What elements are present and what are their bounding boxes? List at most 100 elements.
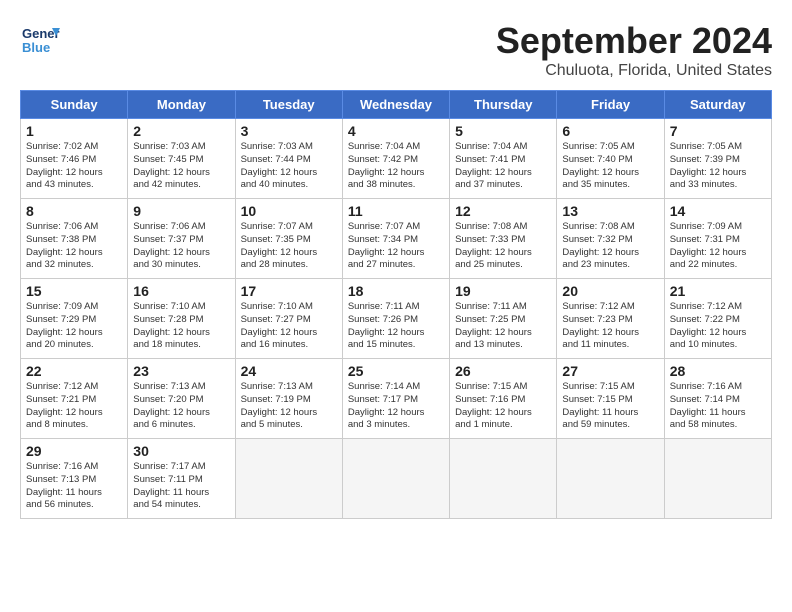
day-number: 10 xyxy=(241,203,337,219)
day-detail: Sunrise: 7:13 AM Sunset: 7:20 PM Dayligh… xyxy=(133,381,229,432)
day-detail: Sunrise: 7:12 AM Sunset: 7:22 PM Dayligh… xyxy=(670,301,766,352)
day-detail: Sunrise: 7:07 AM Sunset: 7:35 PM Dayligh… xyxy=(241,221,337,272)
calendar-cell: 5 Sunrise: 7:04 AM Sunset: 7:41 PM Daylig… xyxy=(450,119,557,199)
day-detail: Sunrise: 7:13 AM Sunset: 7:19 PM Dayligh… xyxy=(241,381,337,432)
calendar-cell xyxy=(342,439,449,519)
day-detail: Sunrise: 7:03 AM Sunset: 7:45 PM Dayligh… xyxy=(133,141,229,192)
calendar-week-row: 1 Sunrise: 7:02 AM Sunset: 7:46 PM Daylig… xyxy=(21,119,772,199)
day-detail: Sunrise: 7:11 AM Sunset: 7:25 PM Dayligh… xyxy=(455,301,551,352)
calendar-cell: 17Sunrise: 7:10 AM Sunset: 7:27 PM Dayli… xyxy=(235,279,342,359)
calendar-cell: 21 Sunrise: 7:12 AM Sunset: 7:22 PM Dayli… xyxy=(664,279,771,359)
calendar-cell: 9 Sunrise: 7:06 AM Sunset: 7:37 PM Daylig… xyxy=(128,199,235,279)
calendar-cell: 30 Sunrise: 7:17 AM Sunset: 7:11 PM Dayli… xyxy=(128,439,235,519)
header: General Blue September 2024 Chuluota, Fl… xyxy=(20,20,772,80)
day-number: 11 xyxy=(348,203,444,219)
title-area: September 2024 Chuluota, Florida, United… xyxy=(496,20,772,80)
day-number: 29 xyxy=(26,443,122,459)
day-detail: Sunrise: 7:02 AM Sunset: 7:46 PM Dayligh… xyxy=(26,141,122,192)
calendar-cell: 28 Sunrise: 7:16 AM Sunset: 7:14 PM Dayli… xyxy=(664,359,771,439)
day-detail: Sunrise: 7:06 AM Sunset: 7:38 PM Dayligh… xyxy=(26,221,122,272)
day-number: 9 xyxy=(133,203,229,219)
calendar-header-row: SundayMondayTuesdayWednesdayThursdayFrid… xyxy=(21,91,772,119)
calendar-cell: 25Sunrise: 7:14 AM Sunset: 7:17 PM Dayli… xyxy=(342,359,449,439)
day-number: 27 xyxy=(562,363,658,379)
day-number: 3 xyxy=(241,123,337,139)
calendar-week-row: 8Sunrise: 7:06 AM Sunset: 7:38 PM Daylig… xyxy=(21,199,772,279)
day-number: 21 xyxy=(670,283,766,299)
day-detail: Sunrise: 7:16 AM Sunset: 7:14 PM Dayligh… xyxy=(670,381,766,432)
col-header-monday: Monday xyxy=(128,91,235,119)
calendar-cell xyxy=(664,439,771,519)
calendar-week-row: 22 Sunrise: 7:12 AM Sunset: 7:21 PM Dayli… xyxy=(21,359,772,439)
day-number: 20 xyxy=(562,283,658,299)
calendar-cell xyxy=(235,439,342,519)
logo-icon: General Blue xyxy=(20,20,60,60)
logo: General Blue xyxy=(20,20,64,60)
day-number: 19 xyxy=(455,283,551,299)
calendar-cell: 8Sunrise: 7:06 AM Sunset: 7:38 PM Daylig… xyxy=(21,199,128,279)
calendar-cell: 13 Sunrise: 7:08 AM Sunset: 7:32 PM Dayli… xyxy=(557,199,664,279)
day-detail: Sunrise: 7:12 AM Sunset: 7:21 PM Dayligh… xyxy=(26,381,122,432)
calendar-cell: 23 Sunrise: 7:13 AM Sunset: 7:20 PM Dayli… xyxy=(128,359,235,439)
calendar-cell: 6 Sunrise: 7:05 AM Sunset: 7:40 PM Daylig… xyxy=(557,119,664,199)
calendar-cell: 3 Sunrise: 7:03 AM Sunset: 7:44 PM Daylig… xyxy=(235,119,342,199)
calendar-table: SundayMondayTuesdayWednesdayThursdayFrid… xyxy=(20,90,772,519)
day-detail: Sunrise: 7:07 AM Sunset: 7:34 PM Dayligh… xyxy=(348,221,444,272)
col-header-wednesday: Wednesday xyxy=(342,91,449,119)
col-header-thursday: Thursday xyxy=(450,91,557,119)
calendar-cell: 10 Sunrise: 7:07 AM Sunset: 7:35 PM Dayli… xyxy=(235,199,342,279)
day-number: 12 xyxy=(455,203,551,219)
day-number: 1 xyxy=(26,123,122,139)
calendar-cell: 24 Sunrise: 7:13 AM Sunset: 7:19 PM Dayli… xyxy=(235,359,342,439)
col-header-saturday: Saturday xyxy=(664,91,771,119)
calendar-week-row: 15 Sunrise: 7:09 AM Sunset: 7:29 PM Dayli… xyxy=(21,279,772,359)
day-detail: Sunrise: 7:17 AM Sunset: 7:11 PM Dayligh… xyxy=(133,461,229,512)
day-number: 28 xyxy=(670,363,766,379)
day-number: 13 xyxy=(562,203,658,219)
day-number: 4 xyxy=(348,123,444,139)
day-number: 18 xyxy=(348,283,444,299)
month-title: September 2024 xyxy=(496,20,772,62)
calendar-cell: 18 Sunrise: 7:11 AM Sunset: 7:26 PM Dayli… xyxy=(342,279,449,359)
day-number: 6 xyxy=(562,123,658,139)
calendar-cell: 26 Sunrise: 7:15 AM Sunset: 7:16 PM Dayli… xyxy=(450,359,557,439)
day-detail: Sunrise: 7:11 AM Sunset: 7:26 PM Dayligh… xyxy=(348,301,444,352)
day-number: 26 xyxy=(455,363,551,379)
calendar-cell: 2Sunrise: 7:03 AM Sunset: 7:45 PM Daylig… xyxy=(128,119,235,199)
day-detail: Sunrise: 7:06 AM Sunset: 7:37 PM Dayligh… xyxy=(133,221,229,272)
col-header-tuesday: Tuesday xyxy=(235,91,342,119)
day-detail: Sunrise: 7:14 AM Sunset: 7:17 PM Dayligh… xyxy=(348,381,444,432)
day-detail: Sunrise: 7:04 AM Sunset: 7:41 PM Dayligh… xyxy=(455,141,551,192)
day-detail: Sunrise: 7:10 AM Sunset: 7:28 PM Dayligh… xyxy=(133,301,229,352)
calendar-cell: 12 Sunrise: 7:08 AM Sunset: 7:33 PM Dayli… xyxy=(450,199,557,279)
day-detail: Sunrise: 7:09 AM Sunset: 7:31 PM Dayligh… xyxy=(670,221,766,272)
day-number: 24 xyxy=(241,363,337,379)
day-number: 5 xyxy=(455,123,551,139)
day-detail: Sunrise: 7:03 AM Sunset: 7:44 PM Dayligh… xyxy=(241,141,337,192)
day-detail: Sunrise: 7:08 AM Sunset: 7:33 PM Dayligh… xyxy=(455,221,551,272)
day-detail: Sunrise: 7:05 AM Sunset: 7:40 PM Dayligh… xyxy=(562,141,658,192)
location: Chuluota, Florida, United States xyxy=(496,62,772,80)
day-detail: Sunrise: 7:09 AM Sunset: 7:29 PM Dayligh… xyxy=(26,301,122,352)
day-detail: Sunrise: 7:08 AM Sunset: 7:32 PM Dayligh… xyxy=(562,221,658,272)
day-number: 23 xyxy=(133,363,229,379)
calendar-cell: 19 Sunrise: 7:11 AM Sunset: 7:25 PM Dayli… xyxy=(450,279,557,359)
day-number: 15 xyxy=(26,283,122,299)
day-detail: Sunrise: 7:15 AM Sunset: 7:16 PM Dayligh… xyxy=(455,381,551,432)
calendar-cell: 11 Sunrise: 7:07 AM Sunset: 7:34 PM Dayli… xyxy=(342,199,449,279)
day-detail: Sunrise: 7:10 AM Sunset: 7:27 PM Dayligh… xyxy=(241,301,337,352)
calendar-cell: 14 Sunrise: 7:09 AM Sunset: 7:31 PM Dayli… xyxy=(664,199,771,279)
day-number: 7 xyxy=(670,123,766,139)
day-detail: Sunrise: 7:04 AM Sunset: 7:42 PM Dayligh… xyxy=(348,141,444,192)
svg-text:Blue: Blue xyxy=(22,40,50,55)
calendar-week-row: 29 Sunrise: 7:16 AM Sunset: 7:13 PM Dayli… xyxy=(21,439,772,519)
day-detail: Sunrise: 7:16 AM Sunset: 7:13 PM Dayligh… xyxy=(26,461,122,512)
calendar-cell: 20Sunrise: 7:12 AM Sunset: 7:23 PM Dayli… xyxy=(557,279,664,359)
day-number: 16 xyxy=(133,283,229,299)
calendar-cell: 4 Sunrise: 7:04 AM Sunset: 7:42 PM Daylig… xyxy=(342,119,449,199)
calendar-body: 1 Sunrise: 7:02 AM Sunset: 7:46 PM Daylig… xyxy=(21,119,772,519)
day-number: 22 xyxy=(26,363,122,379)
day-number: 14 xyxy=(670,203,766,219)
calendar-cell: 16 Sunrise: 7:10 AM Sunset: 7:28 PM Dayli… xyxy=(128,279,235,359)
day-number: 30 xyxy=(133,443,229,459)
